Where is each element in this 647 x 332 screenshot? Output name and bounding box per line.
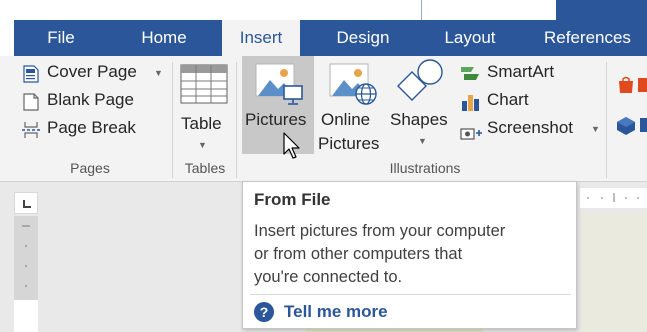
page-break-icon (22, 122, 40, 138)
pictures-tooltip: From File Insert pictures from your comp… (242, 181, 577, 329)
shapes-button[interactable]: Shapes ▼ (388, 56, 456, 154)
title-bar-block (556, 0, 647, 20)
ribbon: Cover Page ▼ Blank Page Page Break Pages (0, 56, 647, 182)
tab-selector[interactable] (14, 192, 38, 214)
vertical-ruler-page (14, 300, 38, 332)
blank-page-button[interactable]: Blank Page (22, 90, 152, 112)
cover-page-button[interactable]: Cover Page ▼ (22, 62, 164, 84)
pages-group-label: Pages (70, 160, 110, 176)
smartart-button[interactable]: SmartArt (460, 62, 570, 84)
illustrations-group-label: Illustrations (389, 160, 461, 176)
shapes-icon (397, 59, 443, 101)
store-icon[interactable] (616, 76, 636, 94)
page-break-button[interactable]: Page Break (22, 118, 152, 140)
cover-page-icon (23, 65, 39, 83)
smartart-label: SmartArt (487, 62, 555, 81)
tooltip-description-line: Insert pictures from your computer (254, 222, 506, 240)
screenshot-label: Screenshot (487, 118, 573, 137)
store-label-fragment (638, 78, 647, 92)
group-divider (606, 62, 607, 178)
tab-design[interactable]: Design (318, 20, 408, 56)
blank-page-label: Blank Page (47, 90, 134, 109)
screenshot-icon (460, 128, 482, 140)
tooltip-description-line: or from other computers that (254, 245, 463, 263)
tooltip-divider (250, 294, 571, 295)
online-pictures-button[interactable]: Online Pictures (318, 56, 386, 154)
tooltip-description-line: you're connected to. (254, 268, 403, 286)
table-button[interactable]: Table ▼ (176, 60, 232, 156)
chart-button[interactable]: Chart (460, 90, 550, 112)
tab-layout[interactable]: Layout (426, 20, 514, 56)
horizontal-ruler[interactable] (580, 188, 647, 208)
smartart-icon (461, 67, 479, 80)
group-divider (236, 62, 237, 178)
tab-file[interactable]: File (34, 20, 88, 56)
tab-insert[interactable]: Insert (222, 20, 300, 57)
ruler-ticks (587, 193, 639, 202)
shapes-label: Shapes (390, 110, 448, 129)
document-page[interactable] (581, 212, 647, 332)
tab-bar: File Home Insert Design Layout Reference… (0, 0, 647, 57)
online-pictures-label-line2: Pictures (318, 134, 380, 153)
chevron-down-icon: ▼ (154, 68, 163, 78)
group-divider (172, 62, 173, 178)
chevron-down-icon: ▼ (591, 124, 600, 134)
cover-page-label: Cover Page (47, 62, 137, 81)
tell-me-more-label: Tell me more (284, 302, 388, 321)
tables-group-label: Tables (184, 160, 226, 176)
left-tab-icon (23, 200, 31, 208)
add-ins-icon[interactable] (616, 116, 636, 136)
page-break-label: Page Break (47, 118, 136, 137)
tooltip-title: From File (254, 190, 331, 209)
tooltip-description: Insert pictures from your computer or fr… (254, 220, 574, 289)
title-bar-divider (421, 0, 422, 20)
blank-page-icon (23, 93, 39, 111)
chevron-down-icon: ▼ (198, 140, 207, 150)
online-pictures-icon (329, 63, 377, 105)
help-icon: ? (254, 302, 274, 322)
pictures-icon (255, 63, 303, 105)
table-icon (180, 64, 228, 104)
chart-label: Chart (487, 90, 529, 109)
tab-references[interactable]: References (532, 20, 647, 56)
tab-home[interactable]: Home (126, 20, 202, 56)
add-ins-label-fragment (640, 118, 647, 132)
pictures-label: Pictures (245, 110, 307, 129)
online-pictures-label-line1: Online (321, 110, 371, 129)
mouse-cursor-icon (283, 132, 300, 159)
chevron-down-icon: ▼ (418, 136, 427, 146)
chart-icon (462, 95, 479, 111)
table-label: Table (181, 114, 222, 133)
screenshot-button[interactable]: Screenshot ▼ (460, 118, 604, 140)
